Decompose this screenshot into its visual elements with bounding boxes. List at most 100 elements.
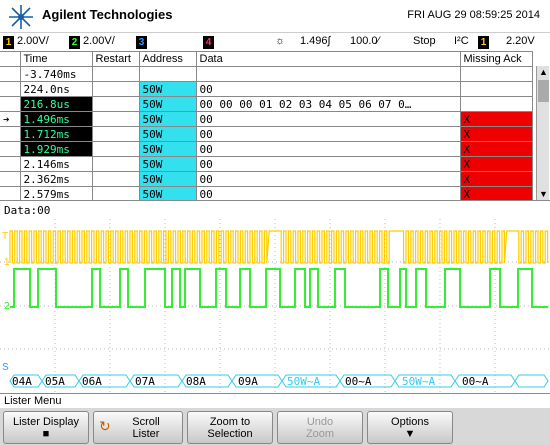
table-row[interactable]: ➔ 1.496ms 50W 00 X	[0, 111, 533, 127]
cell-restart	[91, 81, 140, 97]
cell-time: 1.496ms	[19, 111, 93, 127]
cell-missing-ack: X	[459, 141, 533, 157]
column-header-missing-ack[interactable]: Missing Ack	[459, 51, 533, 67]
options-button[interactable]: Options ▼	[367, 411, 453, 444]
lister-header-row: Time Restart Address Data Missing Ack	[0, 51, 533, 67]
cell-restart	[91, 96, 140, 112]
bus-decode-label: 08A	[186, 375, 206, 388]
data-readout: Data:00	[0, 200, 550, 219]
zoom-to-selection-button[interactable]: Zoom to Selection	[187, 411, 273, 444]
cell-address: 50W	[138, 171, 197, 187]
lister-table: Time Restart Address Data Missing Ack -3…	[0, 51, 533, 202]
cell-restart	[91, 126, 140, 142]
cell-time: -3.740ms	[19, 66, 93, 82]
table-row[interactable]: -3.740ms	[0, 66, 533, 82]
scroll-up-icon[interactable]: ▲	[537, 66, 550, 78]
cell-time: 224.0ns	[19, 81, 93, 97]
lister-display-state-icon: ■	[42, 428, 50, 440]
cell-data	[195, 66, 461, 82]
agilent-logo-icon	[9, 5, 33, 29]
table-row[interactable]: 1.929ms 50W 00 X	[0, 141, 533, 157]
protocol-label: I²C	[454, 35, 469, 47]
scroll-lister-button[interactable]: ↻ Scroll Lister	[93, 411, 183, 444]
waveform-display[interactable]: T 1 2 S	[0, 219, 550, 393]
cell-restart	[91, 156, 140, 172]
ch2-waveform	[10, 268, 548, 308]
scroll-down-icon[interactable]: ▼	[537, 188, 550, 200]
table-row[interactable]: 216.8us 50W 00 00 00 01 02 03 04 05 06 07 …	[0, 96, 533, 112]
table-row[interactable]: 2.146ms 50W 00 X	[0, 156, 533, 172]
column-header-restart[interactable]: Restart	[91, 51, 140, 67]
rotate-knob-icon: ↻	[99, 418, 111, 434]
cell-time: 216.8us	[19, 96, 93, 112]
time-position[interactable]: 1.496∫	[300, 35, 331, 47]
row-marker-icon	[0, 66, 21, 82]
cell-data: 00	[195, 111, 461, 127]
cell-address: 50W	[138, 126, 197, 142]
column-header-address[interactable]: Address	[138, 51, 197, 67]
ch1-scale[interactable]: 1 2.00V/	[3, 35, 49, 49]
cell-address	[138, 66, 197, 82]
cell-data: 00	[195, 81, 461, 97]
row-marker-icon	[0, 171, 21, 187]
row-marker-icon	[0, 141, 21, 157]
trigger-voltage: 2.20V	[506, 35, 535, 47]
trigger-marker-label: T	[2, 231, 8, 242]
ch4-badge: 4	[203, 36, 214, 49]
cell-missing-ack	[459, 81, 533, 97]
brand-name: Agilent Technologies	[42, 7, 173, 22]
table-row[interactable]: 1.712ms 50W 00 X	[0, 126, 533, 142]
cell-time: 1.712ms	[19, 126, 93, 142]
ch2-badge: 2	[69, 36, 80, 49]
bus-decode-label: 06A	[82, 375, 102, 388]
bus-decode-label: 50W~A	[402, 375, 436, 388]
cell-time: 1.929ms	[19, 141, 93, 157]
run-state: Stop	[413, 35, 436, 47]
lister-display-button[interactable]: Lister Display ■	[3, 411, 89, 444]
trigger-level[interactable]: 1	[478, 35, 492, 49]
table-row[interactable]: 2.362ms 50W 00 X	[0, 171, 533, 187]
lister-panel: Time Restart Address Data Missing Ack -3…	[0, 51, 550, 202]
trigger-ch-badge: 1	[478, 36, 489, 49]
cell-restart	[91, 66, 140, 82]
cell-missing-ack: X	[459, 126, 533, 142]
cell-time: 2.362ms	[19, 171, 93, 187]
bus-decode-label: 00~A	[345, 375, 372, 388]
ch1-ground-label: 1	[4, 257, 10, 268]
waveform-svg: T 1 2 S	[0, 219, 550, 393]
cell-missing-ack: X	[459, 171, 533, 187]
ch3-scale[interactable]: 3	[136, 35, 150, 49]
ch1-badge: 1	[3, 36, 14, 49]
cell-restart	[91, 111, 140, 127]
bus-decode-label: 00~A	[462, 375, 489, 388]
bus-decode-label: 07A	[135, 375, 155, 388]
cell-data: 00 00 00 01 02 03 04 05 06 07 0…	[195, 96, 461, 112]
softkey-bar: Lister Display ■ ↻ Scroll Lister Zoom to…	[0, 408, 550, 445]
ch2-scale[interactable]: 2 2.00V/	[69, 35, 115, 49]
cell-data: 00	[195, 126, 461, 142]
undo-zoom-button[interactable]: Undo Zoom	[277, 411, 363, 444]
ch4-scale[interactable]: 4	[203, 35, 217, 49]
scroll-thumb[interactable]	[538, 80, 549, 102]
submenu-arrow-icon: ▼	[404, 428, 416, 440]
cell-restart	[91, 171, 140, 187]
cell-address: 50W	[138, 81, 197, 97]
lister-scrollbar[interactable]: ▲ ▼	[536, 66, 549, 200]
cell-restart	[91, 141, 140, 157]
cell-data: 00	[195, 141, 461, 157]
column-header-time[interactable]: Time	[19, 51, 93, 67]
table-row[interactable]: 224.0ns 50W 00	[0, 81, 533, 97]
lister-menu-title: Lister Menu	[0, 393, 550, 408]
bus-decode-label: 09A	[238, 375, 258, 388]
cell-data: 00	[195, 156, 461, 172]
row-marker-icon	[0, 156, 21, 172]
row-marker-icon	[0, 81, 21, 97]
timebase[interactable]: 100.0⁄	[350, 35, 379, 47]
bus-decode-label: 50W~A	[287, 375, 321, 388]
cell-missing-ack: X	[459, 156, 533, 172]
column-header-data[interactable]: Data	[195, 51, 461, 67]
date-time: FRI AUG 29 08:59:25 2014	[407, 9, 540, 21]
channel-status-bar: 1 2.00V/ 2 2.00V/ 3 4 ☼ 1.496∫ 100.0⁄ Stop…	[0, 33, 550, 51]
cell-time: 2.146ms	[19, 156, 93, 172]
row-marker-icon	[0, 96, 21, 112]
